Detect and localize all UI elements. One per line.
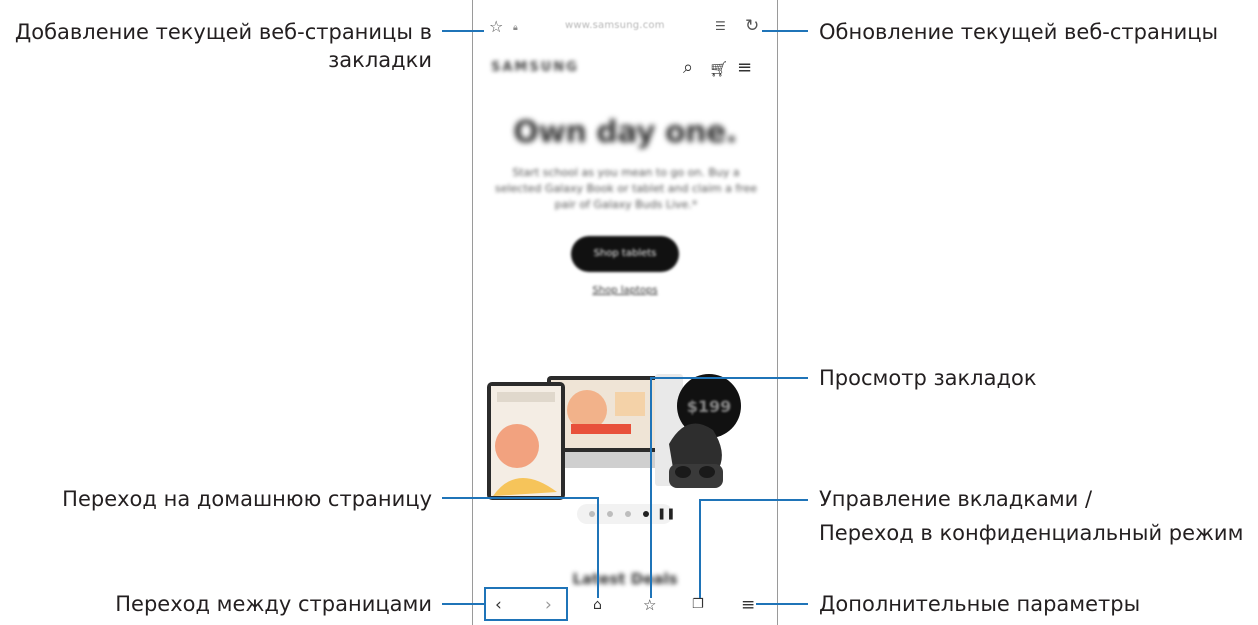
label-add-bookmark-line1: Добавление текущей веб-страницы в (14, 20, 432, 44)
carousel-dot-active[interactable] (643, 511, 649, 517)
menu-icon[interactable]: ≡ (737, 57, 752, 78)
label-refresh: Обновление текущей веб-страницы (819, 20, 1219, 44)
home-icon[interactable]: ⌂ (593, 595, 602, 615)
label-tabs-line1: Управление вкладками / (819, 487, 1093, 511)
label-tabs-line2: Переход в конфиденциальный режим (819, 521, 1244, 545)
more-icon[interactable]: ≡ (741, 595, 755, 615)
section-title: Latest Deals (572, 570, 678, 588)
url-bar: ☆ 🔒︎ www.samsung.com ☰ ↻ (473, 14, 777, 44)
cart-icon[interactable]: 🛒︎ (709, 60, 728, 78)
site-logo[interactable]: SAMSUNG (491, 60, 579, 75)
carousel-dot[interactable] (607, 511, 613, 517)
tabs-icon[interactable]: ❐ (692, 595, 704, 615)
hero-title: Own day one. (513, 115, 737, 150)
label-navigate: Переход между страницами (115, 592, 432, 616)
hero-subtitle: Start school as you mean to go on. Buy a… (494, 166, 758, 211)
reader-mode-icon[interactable]: ☰ (715, 19, 726, 33)
search-icon[interactable]: ⌕ (683, 57, 693, 78)
lock-icon: 🔒︎ (513, 23, 518, 33)
label-add-bookmark-line2: закладки (328, 48, 432, 72)
label-view-bookmarks: Просмотр закладок (819, 366, 1037, 390)
label-home: Переход на домашнюю страницу (62, 487, 432, 511)
carousel-dot[interactable] (589, 511, 595, 517)
hero-button[interactable]: Shop tablets (571, 236, 679, 272)
star-icon[interactable]: ☆ (489, 17, 503, 36)
label-more: Дополнительные параметры (819, 592, 1141, 616)
product-image: $199 (487, 374, 741, 500)
bookmarks-icon[interactable]: ☆ (643, 595, 656, 615)
url-text[interactable]: www.samsung.com (565, 20, 665, 31)
price-badge: $199 (687, 397, 732, 416)
hero-link[interactable]: Shop laptops (473, 285, 777, 296)
carousel-indicator[interactable]: ❚❚ (577, 504, 675, 524)
navigation-buttons-highlight (484, 587, 568, 621)
pause-icon[interactable]: ❚❚ (657, 507, 675, 520)
carousel-dot[interactable] (625, 511, 631, 517)
refresh-icon[interactable]: ↻ (745, 16, 759, 36)
phone-screen: ☆ 🔒︎ www.samsung.com ☰ ↻ SAMSUNG ⌕ 🛒︎ ≡ … (472, 0, 778, 625)
